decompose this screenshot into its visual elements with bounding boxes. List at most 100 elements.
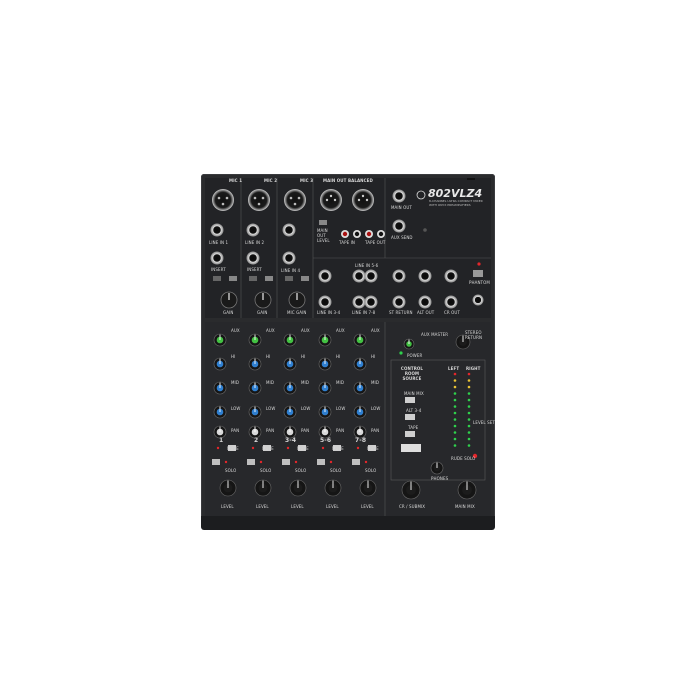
- aux-send-jack[interactable]: [392, 219, 406, 233]
- line-jack-2[interactable]: [246, 223, 260, 237]
- tape-source-button[interactable]: [405, 431, 415, 437]
- solo-button-2[interactable]: [247, 459, 255, 465]
- rude-solo-label: RUDE SOLO: [451, 456, 476, 461]
- eq-low-knob-3[interactable]: [283, 405, 297, 419]
- level-knob-1[interactable]: [219, 479, 237, 497]
- level-knob-5[interactable]: [359, 479, 377, 497]
- solo-button-4[interactable]: [317, 459, 325, 465]
- eq-low-knob-1[interactable]: [213, 405, 227, 419]
- line-jack-1[interactable]: [210, 223, 224, 237]
- cr-submix-knob[interactable]: [401, 480, 421, 500]
- pad-switch-1[interactable]: [213, 276, 221, 281]
- aux-label-3: AUX: [301, 328, 310, 333]
- gain-knob-1[interactable]: [220, 291, 238, 309]
- eq-mid-knob-2[interactable]: [248, 381, 262, 395]
- aux-in-jack[interactable]: [392, 189, 406, 203]
- mute-led-4: [321, 446, 325, 450]
- pan-label-1: PAN: [231, 428, 240, 433]
- level-knob-3[interactable]: [289, 479, 307, 497]
- gain-label-2: GAIN: [257, 310, 268, 315]
- phantom-switch[interactable]: [473, 270, 483, 277]
- mic-label-3: MIC 3: [300, 178, 314, 183]
- pad-switch-3[interactable]: [285, 276, 293, 281]
- line-jack-5-left[interactable]: [352, 269, 366, 283]
- screw-icon: [423, 228, 427, 232]
- xlr-input-2[interactable]: [248, 189, 270, 211]
- lowcut-switch-1[interactable]: [229, 276, 237, 281]
- aux-knob-3[interactable]: [283, 333, 297, 347]
- level-knob-4[interactable]: [324, 479, 342, 497]
- eq-mid-knob-5[interactable]: [353, 381, 367, 395]
- tape-out-rca[interactable]: [365, 230, 385, 238]
- eq-hi-knob-4[interactable]: [318, 357, 332, 371]
- main-out-level-switch[interactable]: [319, 220, 327, 225]
- eq-mid-knob-4[interactable]: [318, 381, 332, 395]
- aux-knob-5[interactable]: [353, 333, 367, 347]
- line-jack-7-right[interactable]: [364, 295, 378, 309]
- meter-left-led: [453, 385, 457, 389]
- line-jack-5-right[interactable]: [352, 295, 366, 309]
- line-in-2-label: LINE IN 2: [245, 240, 265, 245]
- alt-out-left[interactable]: [418, 269, 432, 283]
- xlr-input-1[interactable]: [212, 189, 234, 211]
- insert-jack-2[interactable]: [246, 251, 260, 265]
- channel-label-5-6: 5-6: [320, 437, 332, 444]
- phones-knob[interactable]: [430, 461, 444, 475]
- solo-button-5[interactable]: [352, 459, 360, 465]
- tape-in-rca[interactable]: [341, 230, 361, 238]
- line-jack-4[interactable]: [282, 251, 296, 265]
- mute-label-1: MUTE: [227, 446, 239, 451]
- channel-label-7-8: 7-8: [355, 437, 367, 444]
- level-knob-2[interactable]: [254, 479, 272, 497]
- xlr-main-out-left[interactable]: [320, 189, 342, 211]
- eq-low-knob-4[interactable]: [318, 405, 332, 419]
- insert-jack-1[interactable]: [210, 251, 224, 265]
- level-label-4: LEVEL: [326, 504, 339, 509]
- meter-right-led: [467, 431, 471, 434]
- tape-in-label: TAPE IN: [339, 240, 355, 245]
- eq-hi-knob-2[interactable]: [248, 357, 262, 371]
- alt-3-4-source-button[interactable]: [405, 414, 415, 420]
- eq-hi-knob-3[interactable]: [283, 357, 297, 371]
- eq-low-knob-2[interactable]: [248, 405, 262, 419]
- xlr-main-out-right[interactable]: [352, 189, 374, 211]
- lowcut-switch-2[interactable]: [265, 276, 273, 281]
- eq-hi-knob-1[interactable]: [213, 357, 227, 371]
- phones-jack[interactable]: [472, 294, 484, 306]
- stereo-return-label: STEREO RETURN: [465, 330, 483, 340]
- input-output-panel: MIC 1 MIC 2 MIC 3 MAIN OUT BALANCED LINE…: [205, 174, 491, 318]
- main-mix-source-button[interactable]: [405, 397, 415, 403]
- line-jack-3[interactable]: [282, 223, 296, 237]
- power-led: [399, 351, 403, 355]
- eq-hi-knob-5[interactable]: [353, 357, 367, 371]
- lowcut-switch-3[interactable]: [301, 276, 309, 281]
- eq-low-label-3: LOW: [301, 406, 311, 411]
- st-return-left[interactable]: [392, 269, 406, 283]
- line-jack-3-right[interactable]: [318, 295, 332, 309]
- gain-knob-2[interactable]: [254, 291, 272, 309]
- aux-knob-4[interactable]: [318, 333, 332, 347]
- st-return-right[interactable]: [392, 295, 406, 309]
- cr-out-left[interactable]: [444, 269, 458, 283]
- pad-switch-2[interactable]: [249, 276, 257, 281]
- power-switch[interactable]: [467, 174, 475, 180]
- aux-master-knob[interactable]: [403, 338, 415, 350]
- line-jack-3-left[interactable]: [318, 269, 332, 283]
- line-jack-7-left[interactable]: [364, 269, 378, 283]
- aux-knob-2[interactable]: [248, 333, 262, 347]
- eq-mid-knob-3[interactable]: [283, 381, 297, 395]
- aux-knob-1[interactable]: [213, 333, 227, 347]
- alt-out-right[interactable]: [418, 295, 432, 309]
- aux-label-1: AUX: [231, 328, 240, 333]
- eq-mid-knob-1[interactable]: [213, 381, 227, 395]
- solo-button-1[interactable]: [212, 459, 220, 465]
- cr-out-right[interactable]: [444, 295, 458, 309]
- main-mix-knob[interactable]: [457, 480, 477, 500]
- gain-knob-3[interactable]: [288, 291, 306, 309]
- tape-out-label: TAPE OUT: [365, 240, 386, 245]
- solo-button-3[interactable]: [282, 459, 290, 465]
- eq-low-knob-5[interactable]: [353, 405, 367, 419]
- meter-right-led: [467, 411, 471, 415]
- assign-button[interactable]: [401, 444, 421, 452]
- xlr-input-3[interactable]: [284, 189, 306, 211]
